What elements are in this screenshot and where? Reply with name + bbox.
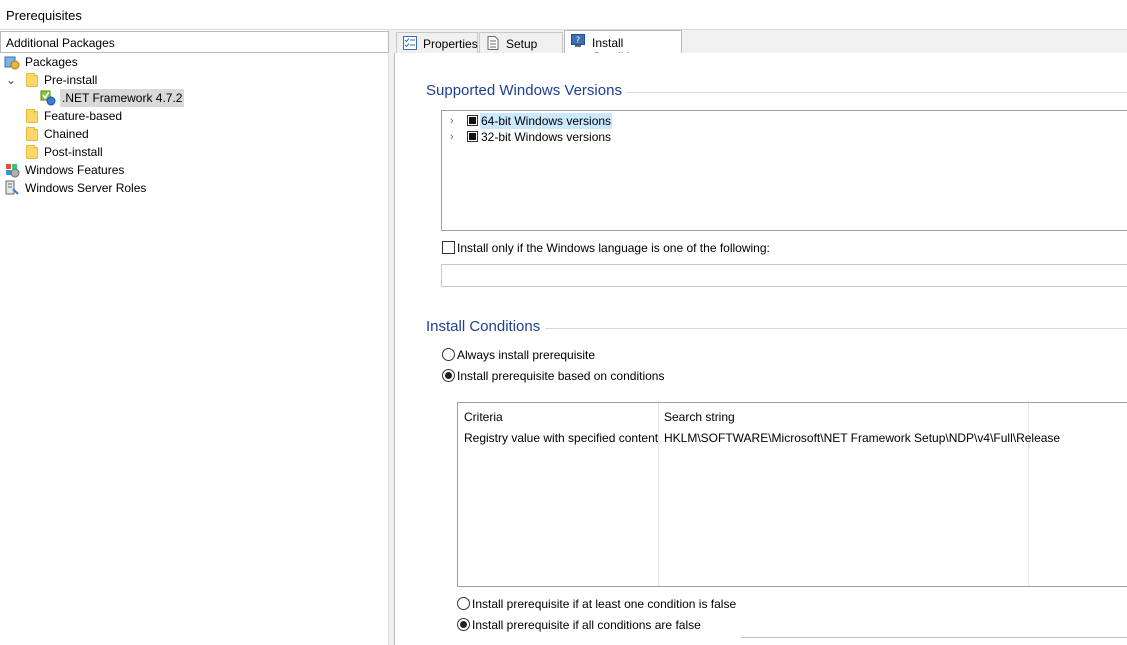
tree-item-post-install[interactable]: Post-install bbox=[26, 143, 226, 161]
tree-item-feature-based[interactable]: Feature-based bbox=[26, 107, 226, 125]
window-title: Prerequisites bbox=[6, 8, 82, 23]
list-item[interactable]: › 64-bit Windows versions bbox=[450, 113, 750, 129]
right-panel: Properties Setup Files ? Install Conditi… bbox=[394, 30, 1127, 645]
language-checkbox[interactable] bbox=[442, 241, 455, 254]
partial-checkbox[interactable] bbox=[467, 115, 478, 126]
windows-versions-list[interactable]: › 64-bit Windows versions › 32-bit Windo… bbox=[441, 110, 1127, 231]
folder-icon bbox=[26, 109, 38, 123]
language-checkbox-label: Install only if the Windows language is … bbox=[457, 241, 770, 255]
list-item[interactable]: › 32-bit Windows versions bbox=[450, 129, 750, 145]
all-false-radio[interactable] bbox=[457, 618, 470, 631]
conditions-grid[interactable]: Criteria Search string Registry value wi… bbox=[457, 402, 1127, 587]
folder-icon bbox=[26, 73, 38, 87]
supported-versions-title: Supported Windows Versions bbox=[426, 82, 622, 99]
bottom-divider bbox=[741, 637, 1127, 638]
language-input[interactable] bbox=[441, 264, 1127, 287]
section-divider bbox=[545, 328, 1127, 329]
install-conditions-title: Install Conditions bbox=[426, 318, 541, 335]
tab-setup-files[interactable]: Setup Files bbox=[479, 32, 563, 65]
based-on-conditions-radio[interactable] bbox=[442, 369, 455, 382]
tree-item-packages[interactable]: Packages bbox=[4, 53, 204, 71]
column-header-search-string[interactable]: Search string bbox=[664, 410, 735, 424]
always-install-radio[interactable] bbox=[442, 348, 455, 361]
checklist-icon bbox=[403, 36, 417, 50]
svg-text:?: ? bbox=[576, 36, 580, 45]
net-framework-icon bbox=[40, 90, 56, 106]
chevron-right-icon[interactable]: › bbox=[450, 129, 454, 145]
document-icon bbox=[487, 36, 499, 50]
tab-install-conditions[interactable]: ? Install Conditions bbox=[564, 30, 682, 64]
window-title-bar: Prerequisites bbox=[0, 0, 1127, 30]
tree-item-chained[interactable]: Chained bbox=[26, 125, 226, 143]
left-panel-header-label: Additional Packages bbox=[6, 36, 115, 50]
always-install-label: Always install prerequisite bbox=[457, 348, 596, 362]
tree-item-pre-install[interactable]: ⌄ Pre-install bbox=[6, 71, 206, 89]
chevron-down-icon[interactable]: ⌄ bbox=[6, 71, 16, 89]
left-panel: Additional Packages Packages ⌄ Pre-insta… bbox=[0, 30, 389, 645]
tab-properties[interactable]: Properties bbox=[396, 32, 478, 54]
help-monitor-icon: ? bbox=[571, 34, 585, 47]
tree-item-windows-features[interactable]: Windows Features bbox=[4, 161, 204, 179]
tab-strip: Properties Setup Files ? Install Conditi… bbox=[394, 30, 1127, 65]
windows-features-icon bbox=[6, 164, 20, 178]
folder-icon bbox=[26, 127, 38, 141]
based-on-conditions-label: Install prerequisite based on conditions bbox=[457, 369, 665, 383]
folder-icon bbox=[26, 145, 38, 159]
packages-icon bbox=[4, 56, 20, 70]
server-roles-icon bbox=[5, 180, 19, 195]
all-false-label: Install prerequisite if all conditions a… bbox=[472, 618, 701, 632]
at-least-one-false-label: Install prerequisite if at least one con… bbox=[472, 597, 737, 611]
at-least-one-false-radio[interactable] bbox=[457, 597, 470, 610]
column-header-criteria[interactable]: Criteria bbox=[464, 410, 503, 424]
table-row-search-string[interactable]: HKLM\SOFTWARE\Microsoft\NET Framework Se… bbox=[664, 431, 1060, 445]
tree-item-net-framework[interactable]: .NET Framework 4.7.2 bbox=[40, 89, 240, 107]
table-row-criteria[interactable]: Registry value with specified content bbox=[464, 431, 658, 445]
tree-item-windows-server-roles[interactable]: Windows Server Roles bbox=[4, 179, 204, 197]
install-conditions-content: Supported Windows Versions › 64-bit Wind… bbox=[394, 53, 1127, 645]
section-divider bbox=[626, 92, 1127, 93]
partial-checkbox[interactable] bbox=[467, 131, 478, 142]
chevron-right-icon[interactable]: › bbox=[450, 113, 454, 129]
left-panel-header: Additional Packages bbox=[0, 31, 389, 53]
